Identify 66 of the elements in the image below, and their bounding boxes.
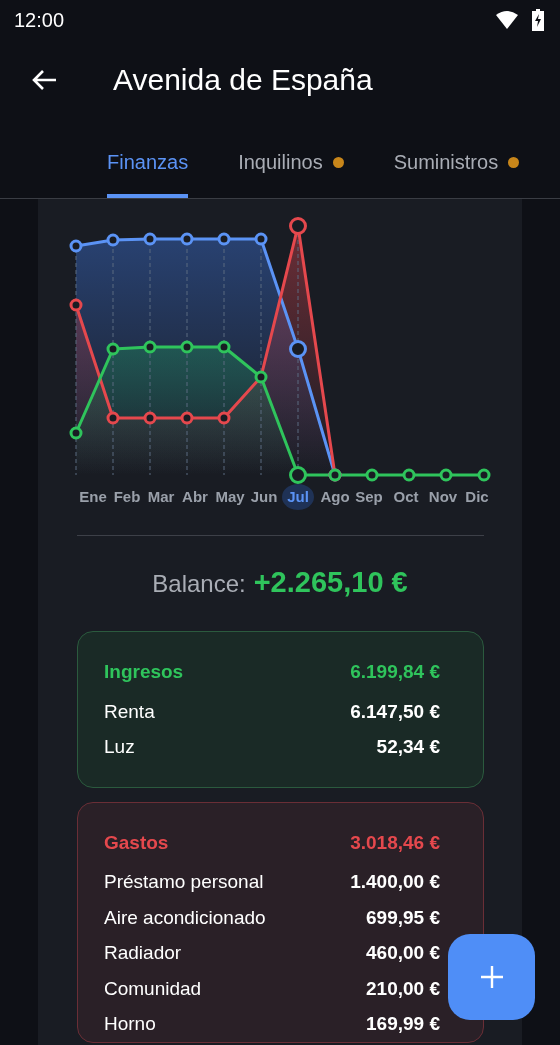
data-point: [477, 468, 491, 482]
tab[interactable]: Inquilinos: [238, 151, 344, 198]
plus-icon: [479, 965, 504, 989]
balance-label: Balance:: [152, 570, 246, 598]
item-name: Renta: [104, 699, 155, 724]
data-point: [180, 232, 194, 246]
data-point: [289, 340, 307, 358]
battery-icon: [532, 9, 544, 31]
data-point: [180, 411, 194, 425]
month-label[interactable]: Sep: [355, 488, 383, 505]
data-point: [365, 468, 379, 482]
item-name: Préstamo personal: [104, 870, 264, 894]
month-label[interactable]: Mar: [147, 488, 175, 505]
status-time: 12:00: [14, 8, 65, 32]
back-arrow-icon[interactable]: [31, 69, 57, 91]
item-name: Aire acondicionado: [104, 905, 266, 930]
item-amount: 699,95 €: [366, 905, 440, 930]
month-label[interactable]: Abr: [182, 488, 208, 505]
data-point: [180, 340, 194, 354]
data-point: [106, 233, 120, 247]
month-label[interactable]: May: [215, 488, 245, 505]
item-amount: 1.400,00 €: [350, 870, 440, 894]
item-name: Comunidad: [104, 976, 202, 1001]
data-point: [106, 342, 120, 356]
card-title: Gastos: [104, 830, 169, 855]
item-name: Luz: [104, 735, 135, 759]
data-point: [106, 411, 120, 425]
data-point: [217, 340, 231, 354]
data-point: [402, 468, 416, 482]
month-highlight: [282, 484, 314, 510]
data-point: [143, 340, 157, 354]
tab[interactable]: Suministros: [393, 151, 520, 198]
item-name: Horno: [104, 1012, 156, 1036]
balance-amount: +2.265,10 €: [253, 566, 408, 599]
data-point: [439, 468, 453, 482]
month-label[interactable]: Jul: [287, 488, 309, 505]
month-label[interactable]: Nov: [428, 488, 458, 505]
data-point: [143, 411, 157, 425]
month-label[interactable]: Ago: [320, 488, 350, 505]
item-amount: 52,34 €: [376, 735, 440, 759]
item-name: Radiador: [104, 941, 182, 965]
wifi-icon: [496, 11, 518, 29]
item-amount: 210,00 €: [366, 976, 440, 1001]
data-point: [69, 298, 83, 312]
data-point: [254, 370, 268, 384]
data-point: [217, 411, 231, 425]
data-point: [289, 217, 307, 235]
month-label[interactable]: Ene: [79, 488, 107, 505]
card-total: 3.018,46 €: [350, 830, 440, 855]
data-point: [143, 232, 157, 246]
month-label[interactable]: Feb: [113, 488, 141, 505]
month-label[interactable]: Dic: [465, 488, 489, 505]
data-point: [254, 232, 268, 246]
data-point: [69, 239, 83, 253]
data-point: [217, 232, 231, 246]
add-button[interactable]: [448, 934, 535, 1020]
item-amount: 460,00 €: [366, 941, 440, 965]
card-title: Ingresos: [104, 660, 184, 684]
month-label[interactable]: Oct: [393, 488, 419, 505]
data-point: [69, 426, 83, 440]
data-point: [289, 466, 307, 484]
month-label[interactable]: Jun: [250, 488, 278, 505]
card-total: 6.199,84 €: [350, 660, 440, 684]
item-amount: 169,99 €: [366, 1012, 440, 1036]
item-amount: 6.147,50 €: [350, 699, 440, 724]
page-title: Avenida de España: [113, 63, 373, 97]
